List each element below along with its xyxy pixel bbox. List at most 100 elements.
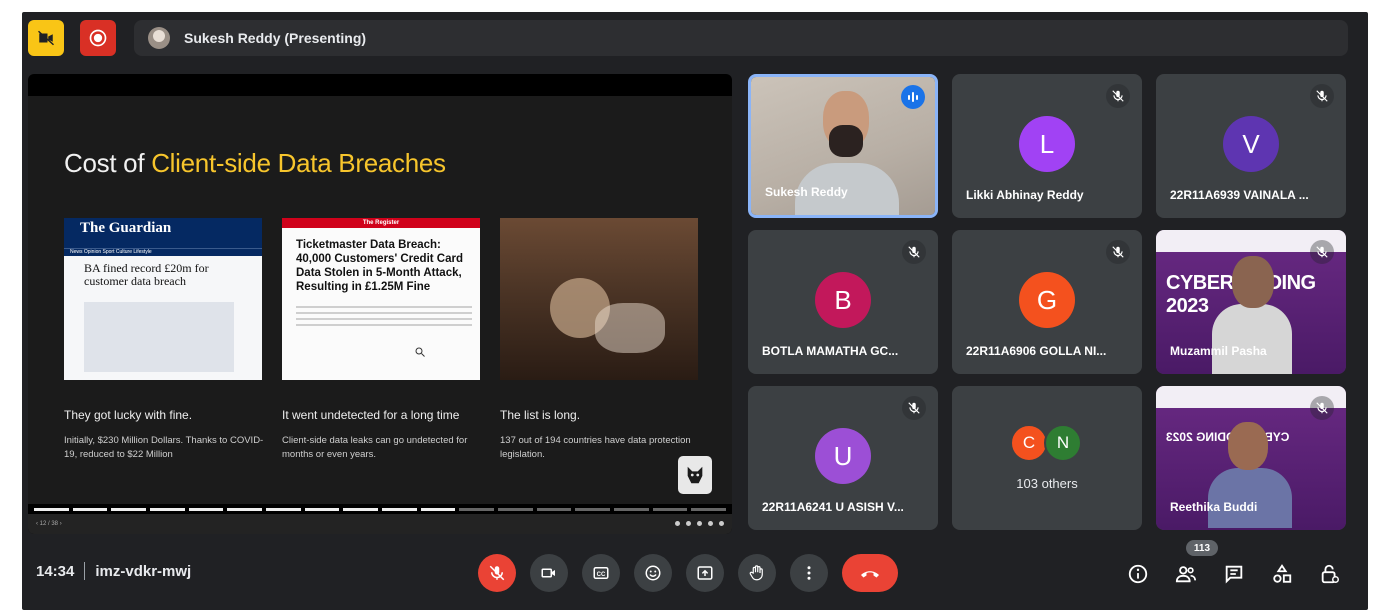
presentation-view[interactable]: Cost of Client-side Data Breaches The Gu… <box>28 74 732 534</box>
guardian-nav: News Opinion Sport Culture Lifestyle <box>64 248 262 256</box>
zoom-icon <box>415 347 425 357</box>
participant-tile-sukesh[interactable]: Sukesh Reddy <box>748 74 938 218</box>
slide-control-icons[interactable] <box>669 520 724 528</box>
avatar: L <box>1019 116 1075 172</box>
participant-name: Sukesh Reddy <box>765 185 848 199</box>
present-button[interactable] <box>686 554 724 592</box>
captions-icon: CC <box>593 567 609 579</box>
others-tile[interactable]: C N 103 others <box>952 386 1142 530</box>
avatar: N <box>1044 424 1082 462</box>
presenter-avatar <box>148 27 170 49</box>
chat-icon <box>1225 565 1243 584</box>
progress-segment <box>536 508 572 511</box>
column-1-title: They got lucky with fine. <box>64 408 193 422</box>
participant-count-badge: 113 <box>1186 540 1218 556</box>
participant-tile-muzammil[interactable]: CYBER CODING 2023 Muzammil Pasha <box>1156 230 1346 374</box>
people-button[interactable] <box>1172 560 1200 588</box>
progress-segment <box>614 508 649 511</box>
mic-toggle-button[interactable] <box>478 554 516 592</box>
meet-window: Sukesh Reddy (Presenting) Cost of Client… <box>22 12 1368 610</box>
slide-photo <box>500 218 698 380</box>
reactions-button[interactable] <box>634 554 672 592</box>
activities-button[interactable] <box>1268 560 1296 588</box>
activities-icon <box>1273 564 1292 583</box>
presenting-banner[interactable]: Sukesh Reddy (Presenting) <box>134 20 1348 56</box>
emoji-icon <box>645 565 661 581</box>
speaking-indicator-icon <box>901 85 925 109</box>
presenting-label: Sukesh Reddy (Presenting) <box>184 30 367 46</box>
column-1-text: Initially, $230 Million Dollars. Thanks … <box>64 435 264 460</box>
mic-off-icon <box>489 565 505 581</box>
progress-segment <box>382 508 417 511</box>
mic-muted-icon <box>1310 84 1334 108</box>
info-icon <box>1128 564 1148 584</box>
progress-segment <box>575 508 611 511</box>
slide-progress <box>34 508 727 512</box>
progress-segment <box>266 508 301 511</box>
screen: Sukesh Reddy (Presenting) Cost of Client… <box>0 0 1374 614</box>
article-guardian: The Guardian News Opinion Sport Culture … <box>64 218 262 380</box>
slide-title: Cost of Client-side Data Breaches <box>64 148 446 179</box>
slide-title-highlight: Client-side Data Breaches <box>151 148 446 178</box>
article-register: The Register Ticketmaster Data Breach: 4… <box>282 218 480 380</box>
progress-segment <box>34 508 69 511</box>
progress-segment <box>652 508 688 511</box>
mic-muted-icon <box>1106 240 1130 264</box>
more-options-button[interactable] <box>790 554 828 592</box>
participant-name: 22R11A6241 U ASISH V... <box>762 500 904 514</box>
progress-segment <box>420 508 456 511</box>
mic-muted-icon <box>1310 396 1334 420</box>
progress-segment <box>459 508 495 511</box>
guardian-article-image <box>84 302 234 372</box>
participant-tile-likki[interactable]: L Likki Abhinay Reddy <box>952 74 1142 218</box>
svg-text:CC: CC <box>597 572 606 578</box>
slide-page-indicator[interactable]: ‹ 12 / 38 › <box>36 521 62 527</box>
others-count-label: 103 others <box>1016 476 1078 491</box>
progress-segment <box>691 508 727 511</box>
recording-button[interactable] <box>80 20 116 56</box>
more-options-icon <box>807 566 811 580</box>
column-3-title: The list is long. <box>500 408 581 422</box>
slide-controls[interactable]: ‹ 12 / 38 › <box>28 514 732 534</box>
camera-off-icon <box>37 30 55 46</box>
avatar: B <box>815 272 871 328</box>
meeting-code: imz-vdkr-mwj <box>95 562 192 580</box>
chat-button[interactable] <box>1220 560 1248 588</box>
participant-tile-golla[interactable]: G 22R11A6906 GOLLA NI... <box>952 230 1142 374</box>
participant-tile-vainala[interactable]: V 22R11A6939 VAINALA ... <box>1156 74 1346 218</box>
captions-button[interactable]: CC <box>582 554 620 592</box>
participant-tile-botla[interactable]: B BOTLA MAMATHA GC... <box>748 230 938 374</box>
mic-muted-icon <box>1106 84 1130 108</box>
avatar: V <box>1223 116 1279 172</box>
column-3-text: 137 out of 194 countries have data prote… <box>500 435 691 460</box>
participant-name: 22R11A6906 GOLLA NI... <box>966 344 1107 358</box>
meeting-time: 14:34 <box>36 562 75 580</box>
progress-segment <box>304 508 340 511</box>
mic-muted-icon <box>902 240 926 264</box>
host-controls-icon <box>1321 564 1339 584</box>
participant-name: BOTLA MAMATHA GC... <box>762 344 899 358</box>
participant-name: Muzammil Pasha <box>1170 344 1267 358</box>
slide-title-prefix: Cost of <box>64 148 152 178</box>
camera-off-toggle-button[interactable] <box>28 20 64 56</box>
camera-toggle-button[interactable] <box>530 554 568 592</box>
meeting-details-button[interactable] <box>1124 560 1152 588</box>
participant-tile-asish[interactable]: U 22R11A6241 U ASISH V... <box>748 386 938 530</box>
participant-name: Reethika Buddi <box>1170 500 1258 514</box>
participant-name: Likki Abhinay Reddy <box>966 188 1084 202</box>
column-2-title: It went undetected for a long time <box>282 408 460 422</box>
guardian-headline: BA fined record £20m for customer data b… <box>84 261 209 288</box>
hang-up-icon <box>861 571 879 578</box>
wolf-logo-icon <box>678 456 712 494</box>
raise-hand-button[interactable] <box>738 554 776 592</box>
raise-hand-icon <box>749 565 763 581</box>
guardian-masthead: The Guardian <box>64 218 262 248</box>
column-2-text: Client-side data leaks can go undetected… <box>282 435 468 460</box>
host-controls-button[interactable] <box>1316 560 1344 588</box>
leave-call-button[interactable] <box>842 554 898 592</box>
progress-segment <box>188 508 224 511</box>
register-headline: Ticketmaster Data Breach: 40,000 Custome… <box>296 239 463 293</box>
participant-tile-reethika[interactable]: CYBER CODING 2023 Reethika Buddi <box>1156 386 1346 530</box>
people-icon <box>1175 566 1196 583</box>
camera-icon <box>541 568 555 578</box>
